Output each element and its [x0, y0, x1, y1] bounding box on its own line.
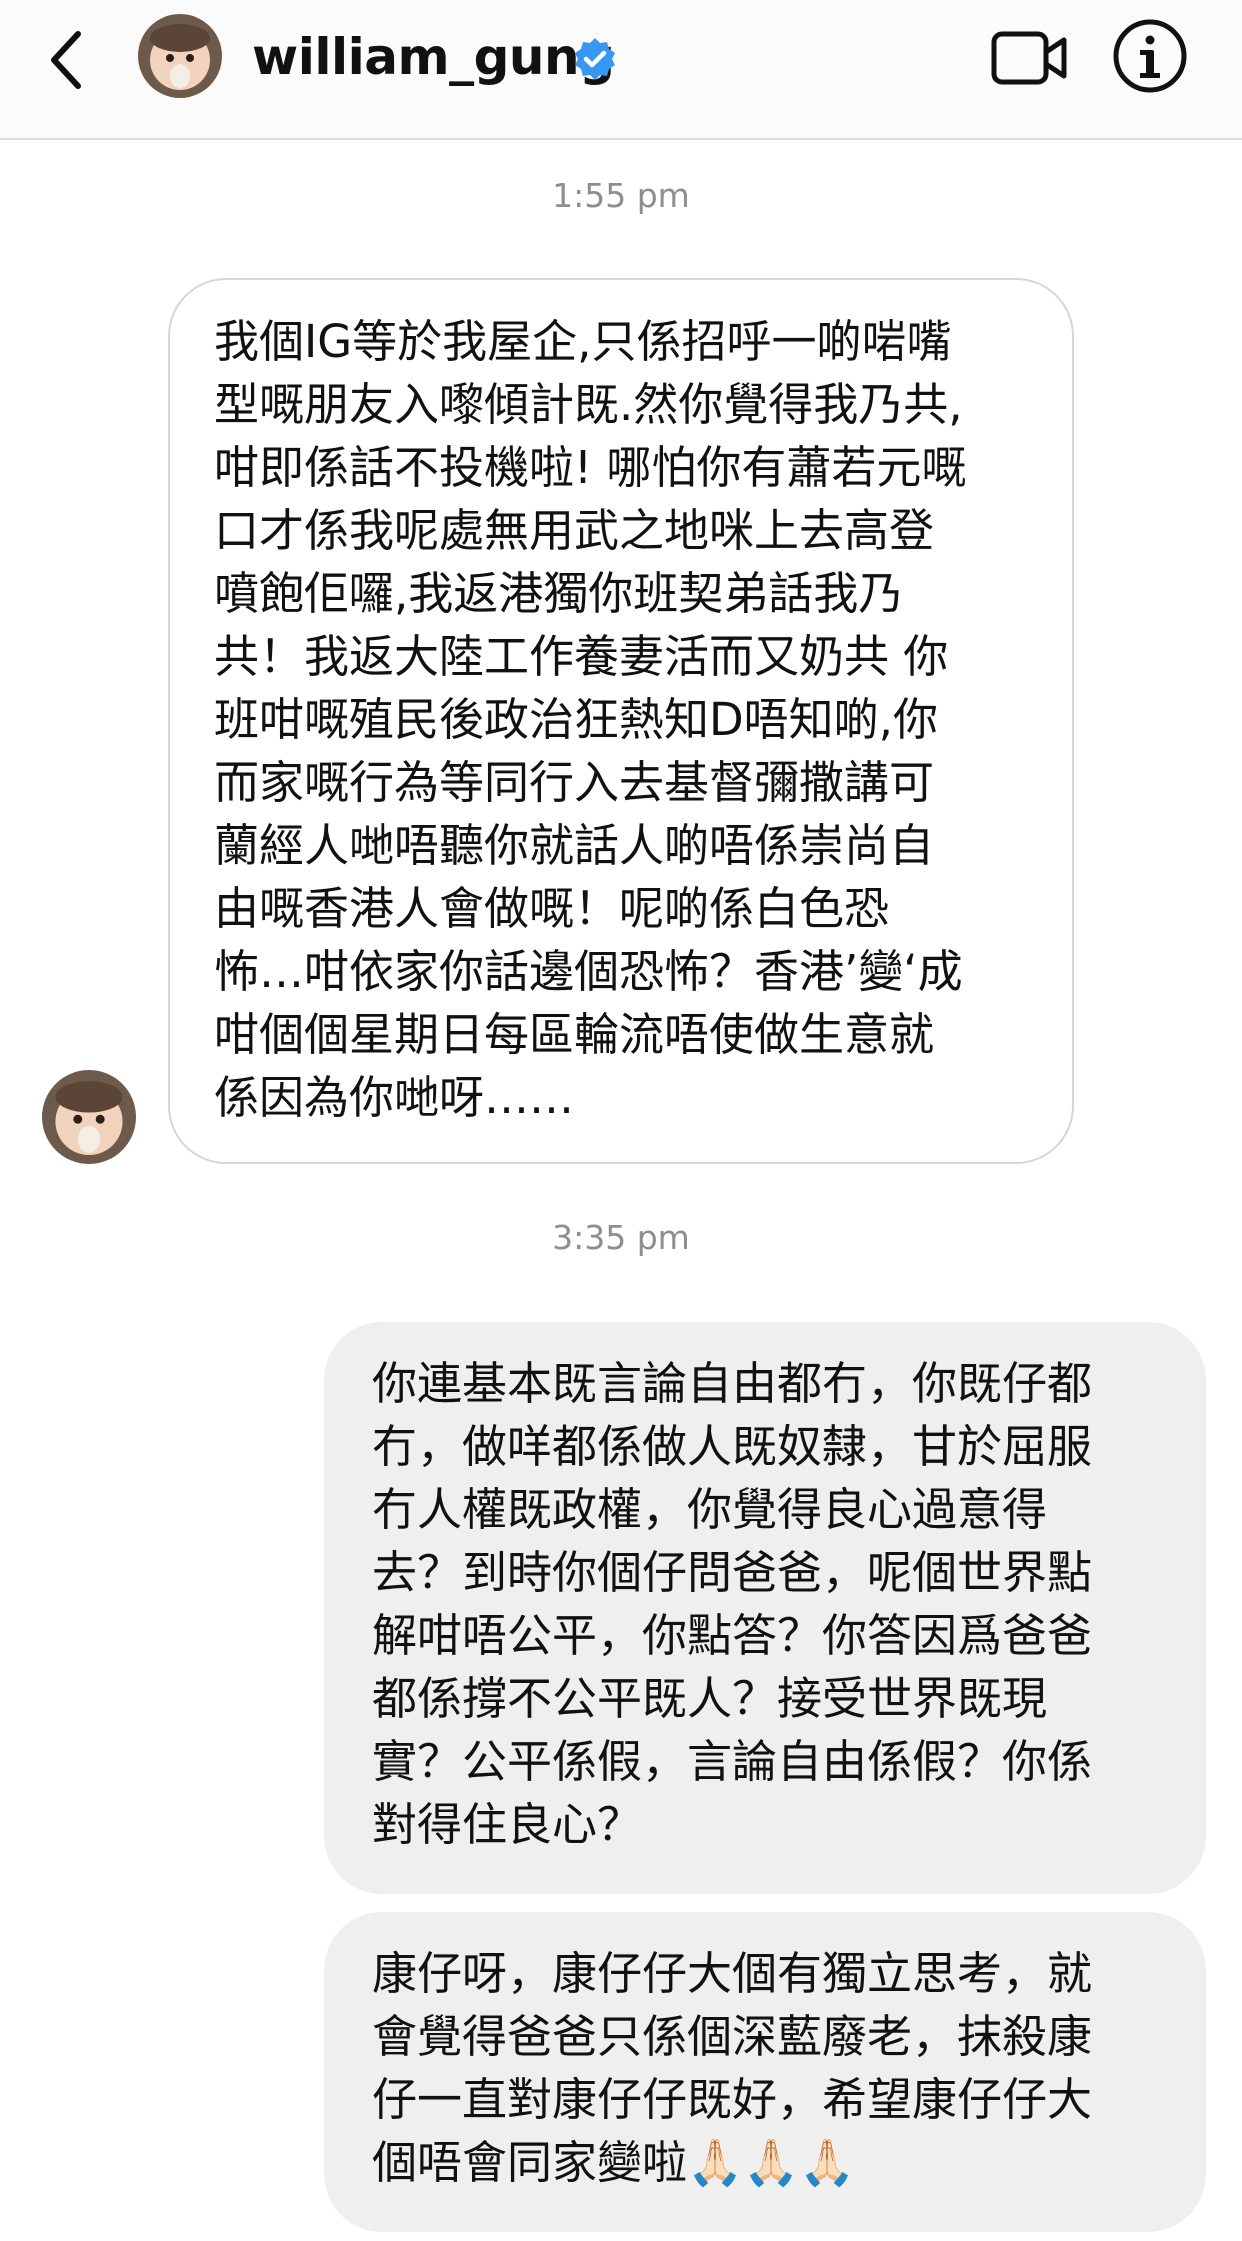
outgoing-message-bubble[interactable]: 你連基本既言論自由都冇，你既仔都 冇，做咩都係做人既奴隸，甘於屈服 冇人權既政權…: [324, 1322, 1206, 1894]
back-button[interactable]: [40, 24, 96, 96]
header-avatar[interactable]: [138, 14, 222, 98]
chat-header: william_gung: [0, 0, 1242, 140]
message-timestamp: 3:35 pm: [552, 1218, 690, 1257]
message-timestamp: 1:55 pm: [552, 176, 690, 215]
verified-badge-icon: [575, 38, 615, 80]
chevron-left-icon: [51, 31, 81, 89]
info-icon: [1113, 19, 1187, 93]
username[interactable]: william_gung: [252, 26, 615, 88]
sender-avatar[interactable]: [42, 1070, 136, 1164]
video-camera-icon: [991, 31, 1067, 85]
incoming-message-bubble[interactable]: 我個IG等於我屋企,只係招呼一啲啱嘴 型嘅朋友入嚟傾計既.然你覺得我乃共, 咁即…: [168, 278, 1074, 1164]
info-button[interactable]: [1110, 16, 1190, 96]
outgoing-message-bubble[interactable]: 康仔呀，康仔仔大個有獨立思考，就 會覺得爸爸只係個深藍廢老，抹殺康 仔一直對康仔…: [324, 1912, 1206, 2232]
video-call-button[interactable]: [990, 28, 1070, 88]
